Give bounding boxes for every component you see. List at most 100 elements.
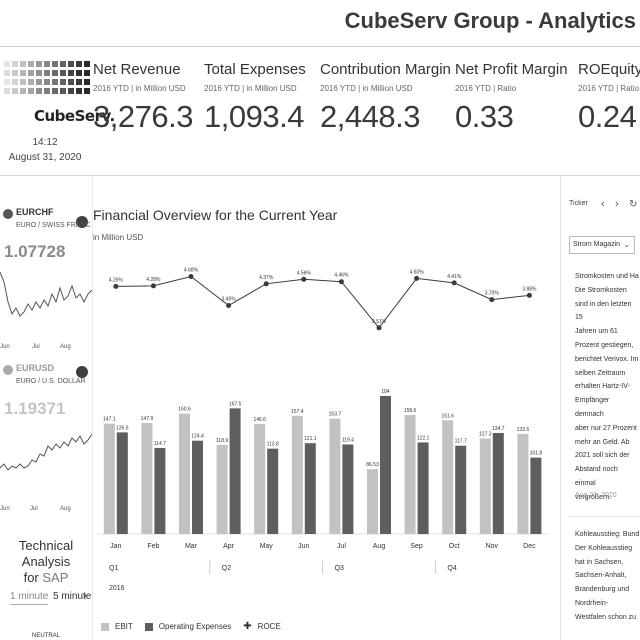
logo-dot: [12, 88, 18, 94]
logo-dot: [68, 61, 74, 67]
financial-overview-chart[interactable]: 147.1135.5 Jan 147.9 114.7 Feb 160.6 124.4 Mar 1…: [93, 176, 559, 616]
logo-dot: [4, 70, 10, 76]
news-item[interactable]: Kohleausstieg: Bund unv Der Kohleausstieg…: [575, 528, 639, 625]
roce-label: 3.88%: [522, 286, 537, 292]
logo-dot: [4, 79, 10, 85]
kpi-net-revenue[interactable]: Net Revenue 2016 YTD | in Million USD 3,…: [93, 61, 193, 135]
news-line: Prozent gestiegen,: [575, 341, 634, 349]
month-tick-label: Oct: [449, 543, 460, 550]
bar-label-ebit: 133.6: [517, 427, 530, 433]
bar-label-opex: 122.1: [417, 435, 430, 441]
legend-label-roce: ROCE: [257, 622, 281, 631]
logo-dot: [12, 70, 18, 76]
kpi-net-profit-margin[interactable]: Net Profit Margin 2016 YTD | Ratio 0.33: [455, 61, 568, 135]
logo-dot: [44, 88, 50, 94]
month-tick-label: Apr: [223, 543, 235, 550]
news-line: Westfalen schon zu: [575, 613, 636, 621]
news-line: Jahren um 61: [575, 328, 618, 336]
chevron-left-icon[interactable]: ‹: [601, 198, 605, 210]
chart-legend: EBIT Operating Expenses ✚ ROCE: [101, 621, 281, 632]
news-date: Aug 31, 2020: [575, 492, 617, 499]
news-line: Stromkosten und Hartz-: [575, 273, 639, 280]
currency-name: EURO / U.S. DOLLAR: [16, 378, 86, 385]
logo-dot: [68, 88, 74, 94]
logo-mark-icon: [4, 61, 90, 97]
roce-point: [188, 274, 194, 279]
kpi-subtitle: 2016 YTD | in Million USD: [320, 84, 413, 93]
technical-analysis-title: Technical Analysis for SAP: [0, 538, 92, 586]
roce-point: [376, 325, 382, 331]
signal-label: NEUTRAL: [32, 633, 61, 639]
legend-marker-roce-icon: ✚: [243, 621, 252, 632]
kpi-roequity[interactable]: ROEquity 2016 YTD | Ratio 0.24: [578, 61, 640, 135]
month-label: Jul: [32, 344, 40, 350]
kpi-contribution-margin[interactable]: Contribution Margin 2016 YTD | in Millio…: [320, 61, 451, 135]
roce-label: 4.41%: [447, 274, 462, 280]
roce-point: [263, 281, 269, 287]
bar-operating-expenses: [380, 396, 391, 534]
bar-operating-expenses: [417, 442, 429, 534]
bar-operating-expenses: [342, 444, 354, 534]
bar-ebit: [291, 415, 303, 534]
bar-label-opex: 134.7: [492, 426, 505, 432]
roce-line: [115, 275, 530, 329]
news-line: sind in den letzten 15: [575, 300, 632, 322]
bar-label-opex: 121.1: [304, 436, 317, 442]
news-line: mehr an Geld. Ab: [575, 438, 630, 446]
news-line: selben Zeitraum: [575, 369, 626, 377]
kpi-title: Total Expenses: [204, 61, 306, 78]
interval-1-minute[interactable]: 1 minute: [10, 591, 49, 605]
logo-dot: [36, 61, 42, 67]
logo-dot: [4, 61, 10, 67]
news-item[interactable]: Stromkosten und Hartz- Die Stromkosten sin…: [575, 270, 639, 505]
month-tick-label: Feb: [147, 543, 159, 550]
month-tick-label: May: [260, 543, 274, 550]
month-label: Jun: [0, 344, 10, 350]
news-line: aber nur 27 Prozent: [575, 424, 637, 432]
logo-dot: [76, 70, 82, 76]
logo-dot: [52, 70, 58, 76]
news-line: Nordrhein-: [575, 599, 609, 607]
month-tick-label: Jan: [110, 543, 121, 550]
bar-ebit: [216, 444, 228, 534]
month-tick-label: Dec: [523, 543, 536, 550]
roce-point: [526, 292, 532, 298]
app-title: CubeServ Group - Analytics: [344, 8, 636, 33]
kpi-value: 0.24: [578, 99, 637, 134]
kpi-subtitle: 2016 YTD | Ratio: [455, 84, 517, 93]
chevron-right-icon[interactable]: ›: [83, 590, 87, 602]
bar-ebit: [517, 433, 529, 534]
month-label: Aug: [60, 344, 71, 350]
kpi-subtitle: 2016 YTD | in Million USD: [204, 84, 297, 93]
year-tick-label: 2016: [109, 585, 125, 592]
roce-label: 4.37%: [259, 275, 274, 281]
chevron-right-icon[interactable]: ›: [615, 198, 619, 210]
news-line: 2021 soll sich der: [575, 452, 630, 460]
currency-rate: 1.19371: [4, 399, 66, 418]
logo-dot: [60, 61, 66, 67]
refresh-icon[interactable]: ↻: [629, 199, 637, 210]
ticker-label: Ticker: [569, 200, 588, 207]
month-label: Jun: [0, 506, 10, 512]
kpi-total-expenses[interactable]: Total Expenses 2016 YTD | in Million USD…: [204, 61, 306, 135]
roce-point: [113, 283, 119, 289]
header-bar: CubeServ Group - Analytics: [0, 0, 640, 47]
symbol-label: SAP: [42, 570, 69, 585]
news-line: Der Kohleausstieg: [575, 544, 633, 552]
news-panel: Ticker ‹ › ↻ Strom Magazin ⌄ Stromkosten…: [560, 176, 640, 640]
news-source-select[interactable]: Strom Magazin ⌄: [569, 236, 635, 254]
legend-swatch-opex: [144, 622, 153, 631]
news-line: Abstand noch einmal: [575, 466, 618, 487]
month-tick-label: Aug: [373, 543, 386, 550]
clock-date: August 31, 2020: [8, 152, 82, 163]
news-line: Brandenburg und: [575, 586, 630, 594]
flag-icon: [3, 209, 13, 219]
roce-point: [150, 283, 156, 289]
logo-dot: [76, 61, 82, 67]
roce-label: 4.60%: [410, 269, 425, 275]
logo-dot: [52, 79, 58, 85]
currency-rate: 1.07728: [4, 242, 66, 261]
roce-point: [226, 303, 232, 308]
news-divider: [569, 516, 639, 517]
bar-ebit: [329, 418, 341, 534]
